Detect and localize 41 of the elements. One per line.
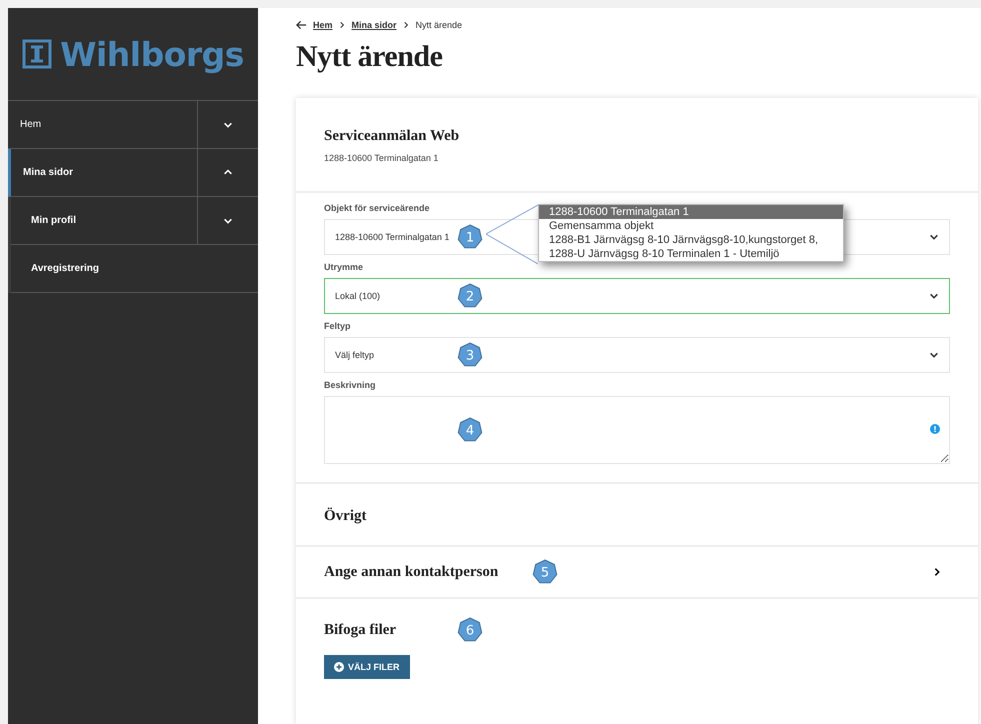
dropdown-option[interactable]: Gemensamma objekt: [539, 219, 843, 233]
dropdown-option[interactable]: 1288-10600 Terminalgatan 1: [539, 205, 843, 219]
logo-text: Wihlborgs: [60, 34, 244, 74]
nav-link[interactable]: Mina sidor: [11, 149, 197, 196]
nav-link[interactable]: Avregistrering: [11, 245, 258, 292]
chevron-down-icon: [929, 291, 939, 301]
nav-link[interactable]: Hem: [8, 101, 197, 148]
breadcrumb-current: Nytt ärende: [416, 20, 462, 30]
chevron-right-icon: [932, 567, 942, 577]
breadcrumb-link[interactable]: Hem: [313, 20, 333, 30]
form-title: Serviceanmälan Web: [324, 128, 460, 145]
number-badge: 3: [457, 342, 483, 368]
chevron-right-icon: [338, 21, 346, 29]
field-label: Feltyp: [324, 321, 351, 331]
number-badge: 2: [457, 283, 483, 309]
info-icon: [930, 424, 940, 434]
number-badge: 4: [457, 417, 483, 443]
logo-icon: [22, 39, 52, 69]
choose-files-button[interactable]: VÄLJ FILER: [324, 655, 410, 679]
number-badge: 5: [532, 559, 558, 585]
callout-lines: [486, 204, 538, 266]
chevron-up-icon: [223, 168, 233, 178]
description-field[interactable]: [324, 396, 950, 464]
back-arrow-icon[interactable]: [296, 20, 307, 30]
field-label: Utrymme: [324, 262, 364, 272]
page-title: Nytt ärende: [296, 40, 444, 74]
number-badge: 6: [457, 617, 483, 643]
chevron-down-icon: [929, 232, 939, 242]
chevron-right-icon: [402, 21, 410, 29]
chevron-down-icon: [929, 350, 939, 360]
dropdown-option[interactable]: 1288-U Järnvägsg 8-10 Terminalen 1 - Utemiljö: [539, 247, 843, 261]
plus-circle-icon: [334, 662, 344, 672]
dropdown-option[interactable]: 1288-B1 Järnvägsg 8-10 Järnvägsg8-10,kungstorget 8,: [539, 233, 843, 247]
field-label: Beskrivning: [324, 380, 376, 390]
number-badge: 1: [457, 224, 483, 250]
field-label: Objekt för serviceärende: [324, 203, 430, 213]
breadcrumb-link[interactable]: Mina sidor: [352, 20, 397, 30]
form-subtitle: 1288-10600 Terminalgatan 1: [324, 153, 440, 163]
section-heading: Bifoga filer: [324, 622, 396, 639]
section-heading: Övrigt: [324, 508, 366, 525]
nav-link[interactable]: Min profil: [11, 197, 197, 244]
